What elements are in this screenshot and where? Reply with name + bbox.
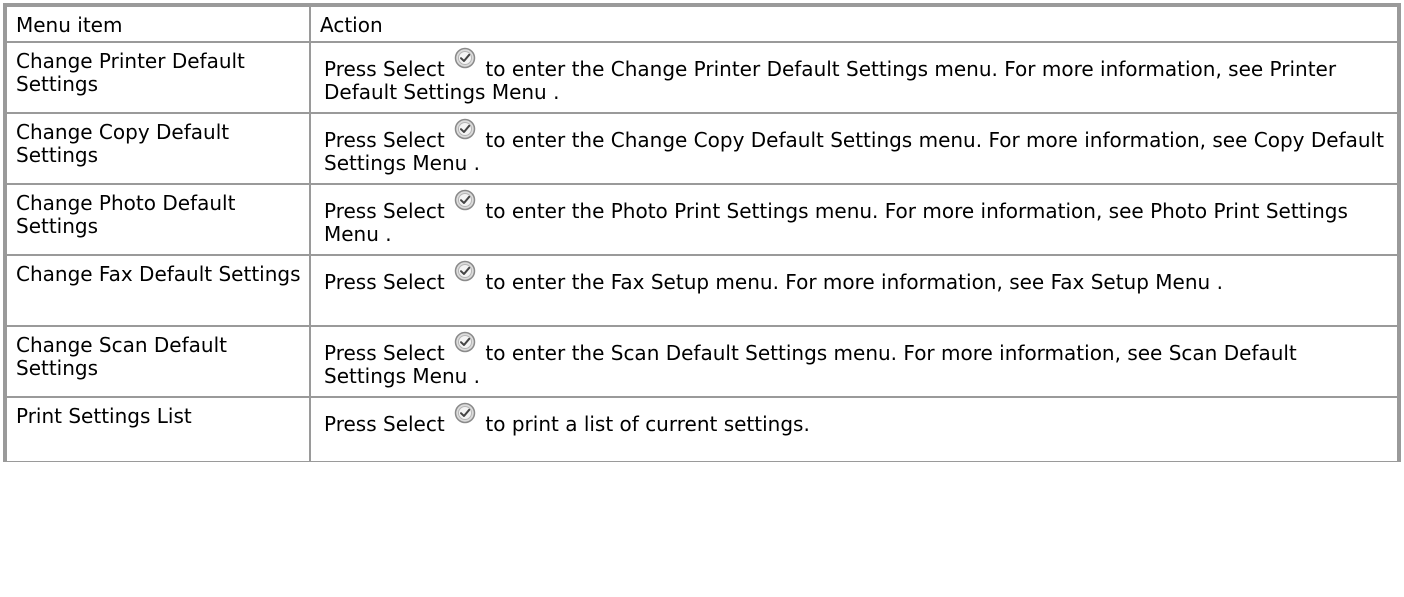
action-text: to enter the Scan Default Settings menu.… [485,341,1163,365]
menu-item-cell: Change Scan Default Settings [6,326,310,397]
menu-item-cell: Change Copy Default Settings [6,113,310,184]
action-text: to print a list of current settings. [485,412,810,436]
action-tail: . [1216,270,1223,294]
action-cell: Press Select to enter the Photo Print Se… [310,184,1398,255]
table-row: Change Scan Default Settings Press Selec… [6,326,1398,397]
menu-reference-link[interactable]: Fax Setup Menu [1051,270,1211,294]
action-tail: . [473,151,481,175]
table-row: Change Printer Default Settings Press Se… [6,42,1398,113]
action-text: to enter the Photo Print Settings menu. … [485,199,1144,223]
header-action: Action [310,6,1398,42]
action-tail: . [473,364,481,388]
action-prefix: Press Select [324,341,445,365]
table-row: Change Copy Default Settings Press Selec… [6,113,1398,184]
table-row: Change Photo Default Settings Press Sele… [6,184,1398,255]
action-prefix: Press Select [324,57,445,81]
select-check-icon [454,260,476,282]
menu-item-cell: Change Fax Default Settings [6,255,310,326]
action-cell: Press Select to enter the Change Copy De… [310,113,1398,184]
menu-settings-table: Menu item Action Change Printer Default … [3,3,1401,462]
menu-item-cell: Print Settings List [6,397,310,462]
action-text: to enter the Change Copy Default Setting… [485,128,1248,152]
action-cell: Press Select to print a list of current … [310,397,1398,462]
action-prefix: Press Select [324,128,445,152]
menu-item-cell: Change Photo Default Settings [6,184,310,255]
table-header-row: Menu item Action [6,6,1398,42]
action-text: to enter the Change Printer Default Sett… [485,57,1264,81]
header-menu-item: Menu item [6,6,310,42]
action-cell: Press Select to enter the Change Printer… [310,42,1398,113]
action-cell: Press Select to enter the Fax Setup menu… [310,255,1398,326]
table-row: Change Fax Default Settings Press Select… [6,255,1398,326]
action-prefix: Press Select [324,412,445,436]
select-check-icon [454,331,476,353]
action-cell: Press Select to enter the Scan Default S… [310,326,1398,397]
action-tail: . [385,222,392,246]
action-text: to enter the Fax Setup menu. For more in… [485,270,1045,294]
menu-item-cell: Change Printer Default Settings [6,42,310,113]
select-check-icon [454,118,476,140]
action-prefix: Press Select [324,199,445,223]
action-prefix: Press Select [324,270,445,294]
select-check-icon [454,47,476,69]
select-check-icon [454,189,476,211]
action-tail: . [553,80,560,104]
select-check-icon [454,402,476,424]
table-row: Print Settings List Press Select to prin… [6,397,1398,462]
